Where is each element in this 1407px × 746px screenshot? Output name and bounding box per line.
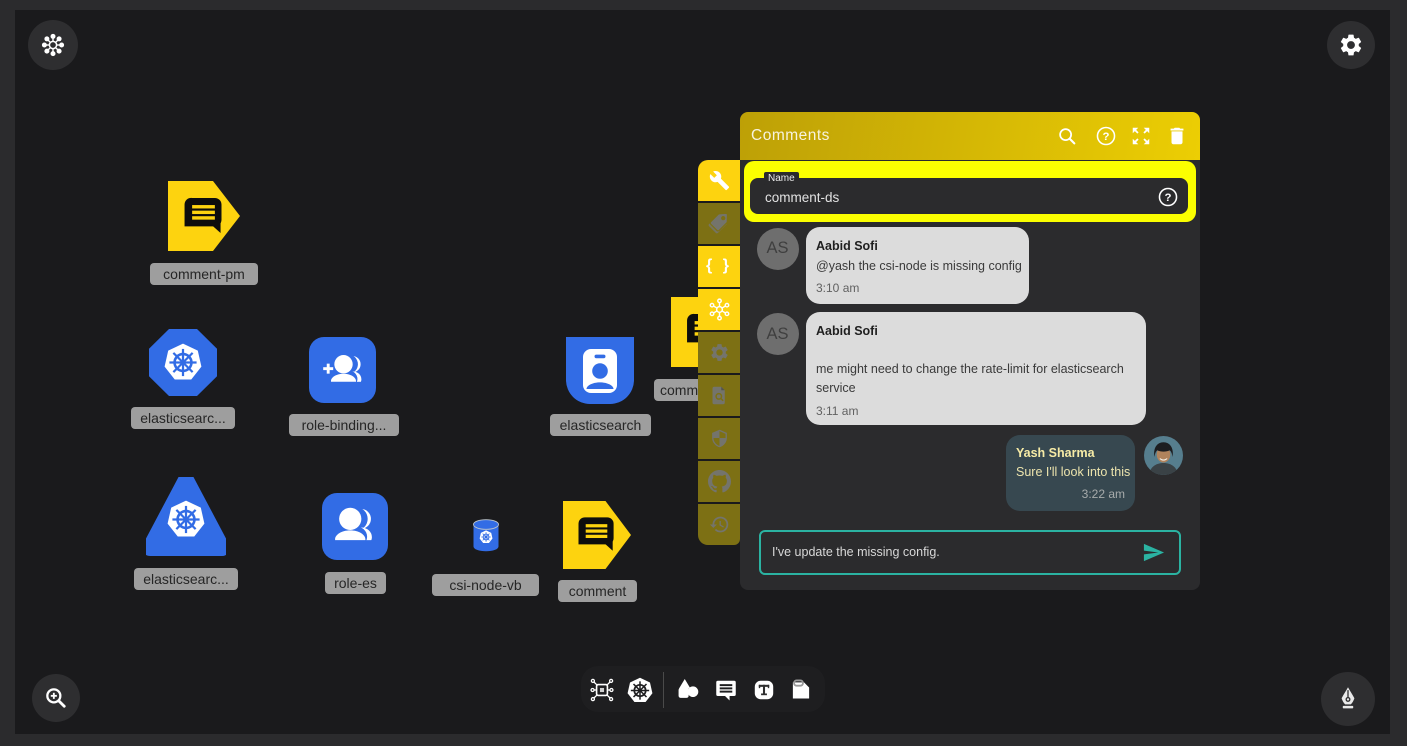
svg-text:?: ? [1103, 131, 1110, 143]
svg-text:?: ? [1165, 192, 1172, 204]
